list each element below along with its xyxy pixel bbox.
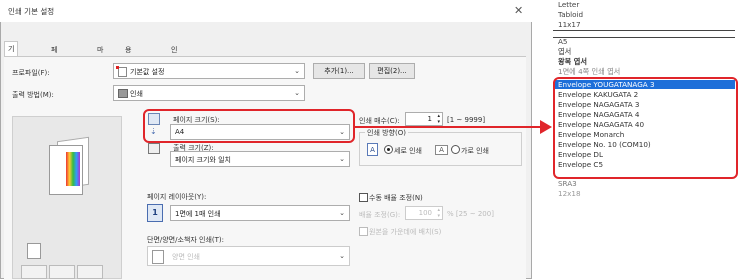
profile-icon xyxy=(118,67,127,77)
tab-print-quality[interactable]: 인쇄 품질 xyxy=(168,43,180,96)
list-item[interactable]: 1면에 4쪽 인쇄 엽서 xyxy=(558,67,620,77)
profile-label: 프로파일(F): xyxy=(12,69,50,77)
list-item[interactable]: A5 xyxy=(558,37,568,46)
callout-arrow-head xyxy=(540,120,552,134)
manual-scaling-checkbox[interactable] xyxy=(359,193,368,202)
scale-range: % [25 ~ 200] xyxy=(447,210,494,218)
preview-sheet-front xyxy=(49,145,83,195)
scale-stepper[interactable]: 100 ▴ ▾ xyxy=(405,206,443,220)
profile-value: 기본값 설정 xyxy=(130,68,165,76)
preview-layout-button[interactable] xyxy=(77,265,103,279)
edit-profile-button[interactable]: 편집(2)... xyxy=(369,63,415,79)
duplex-icon xyxy=(152,250,164,264)
title-bar: 인쇄 기본 설정 ✕ xyxy=(0,0,532,22)
center-checkbox[interactable] xyxy=(359,227,368,236)
scale-value: 100 xyxy=(418,209,432,217)
duplex-value: 양면 인쇄 xyxy=(172,253,200,261)
preview-settings-button[interactable] xyxy=(49,265,75,279)
dialog-title: 인쇄 기본 설정 xyxy=(8,7,55,16)
chevron-down-icon: ⌄ xyxy=(339,209,345,217)
page-layout-value: 1면에 1매 인쇄 xyxy=(175,210,221,218)
page-size-highlight xyxy=(143,109,355,143)
list-item[interactable]: Tabloid xyxy=(558,10,583,19)
center-label[interactable]: 원본을 가운데에 배치(S) xyxy=(369,227,441,237)
landscape-icon: A xyxy=(435,145,448,155)
landscape-radio[interactable] xyxy=(451,145,460,154)
page-preview xyxy=(12,116,122,279)
copies-label: 인쇄 매수(C): xyxy=(359,117,400,125)
output-method-label: 출력 방법(M): xyxy=(12,91,54,99)
copies-stepper[interactable]: 1 ▴ ▾ xyxy=(405,112,443,126)
duplex-select[interactable]: 양면 인쇄 ⌄ xyxy=(147,246,350,266)
size-list-highlight xyxy=(553,77,738,179)
printer-icon xyxy=(118,89,128,98)
list-item[interactable]: 11x17 xyxy=(558,20,581,29)
tab-page-setup[interactable]: 페이지 설정 xyxy=(48,43,60,110)
chevron-down-icon: ⌄ xyxy=(294,89,300,97)
scale-label: 배율 조정(G): xyxy=(359,211,401,219)
page-layout-icon: 1 xyxy=(147,204,163,222)
close-icon[interactable]: ✕ xyxy=(514,4,523,17)
manual-scaling-label[interactable]: 수동 배율 조정(N) xyxy=(369,193,423,203)
page-layout-label: 페이지 레이아웃(Y): xyxy=(147,193,207,201)
size-list-top: Letter Tabloid 11x17 A5 엽서 왕복 엽서 1면에 4쪽 … xyxy=(553,0,737,78)
size-list-bottom: SRA3 12x18 xyxy=(553,179,737,219)
list-fade xyxy=(553,199,735,219)
list-item[interactable]: Letter xyxy=(558,0,579,9)
preview-view-button[interactable] xyxy=(21,265,47,279)
chevron-down-icon: ⌄ xyxy=(339,155,345,163)
duplex-label: 단면/양면/소책자 인쇄(T): xyxy=(147,236,224,244)
page-layout-select[interactable]: 1면에 1매 인쇄 ⌄ xyxy=(170,205,350,221)
profile-select[interactable]: 기본값 설정 ⌄ xyxy=(113,63,305,79)
portrait-radio[interactable] xyxy=(384,145,393,154)
tab-paper-source[interactable]: 용지 공급원 xyxy=(122,43,134,110)
list-item[interactable]: 왕복 엽서 xyxy=(558,57,587,67)
stepper-arrows-icon[interactable]: ▴ ▾ xyxy=(437,207,440,219)
landscape-label[interactable]: 가로 인쇄 xyxy=(461,146,489,156)
output-method-select[interactable]: 인쇄 ⌄ xyxy=(113,85,305,101)
copies-value: 1 xyxy=(427,115,432,123)
portrait-label[interactable]: 세로 인쇄 xyxy=(394,146,422,156)
tab-finishing[interactable]: 마무리 xyxy=(94,43,106,82)
output-size-value: 페이지 크기와 일치 xyxy=(175,156,231,164)
preview-duplex-icon xyxy=(27,243,41,259)
list-break-top xyxy=(553,30,735,38)
stepper-arrows-icon[interactable]: ▴ ▾ xyxy=(437,113,440,125)
profile-star-icon xyxy=(116,66,119,69)
output-size-icon xyxy=(148,143,160,154)
output-size-select[interactable]: 페이지 크기와 일치 ⌄ xyxy=(170,151,350,167)
orientation-label: 인쇄 방향(O) xyxy=(365,128,408,138)
output-method-value: 인쇄 xyxy=(130,90,143,98)
chevron-down-icon: ⌄ xyxy=(339,252,345,260)
list-item[interactable]: 12x18 xyxy=(558,189,581,198)
preview-color-bars xyxy=(66,152,80,186)
list-item[interactable]: 엽서 xyxy=(558,47,571,57)
add-profile-button[interactable]: 추가(1)... xyxy=(313,63,365,79)
list-item[interactable]: SRA3 xyxy=(558,179,577,188)
chevron-down-icon: ⌄ xyxy=(294,67,300,75)
callout-arrow-line xyxy=(355,126,543,128)
portrait-icon: A xyxy=(367,143,378,156)
copies-range: [1 ~ 9999] xyxy=(447,116,486,124)
